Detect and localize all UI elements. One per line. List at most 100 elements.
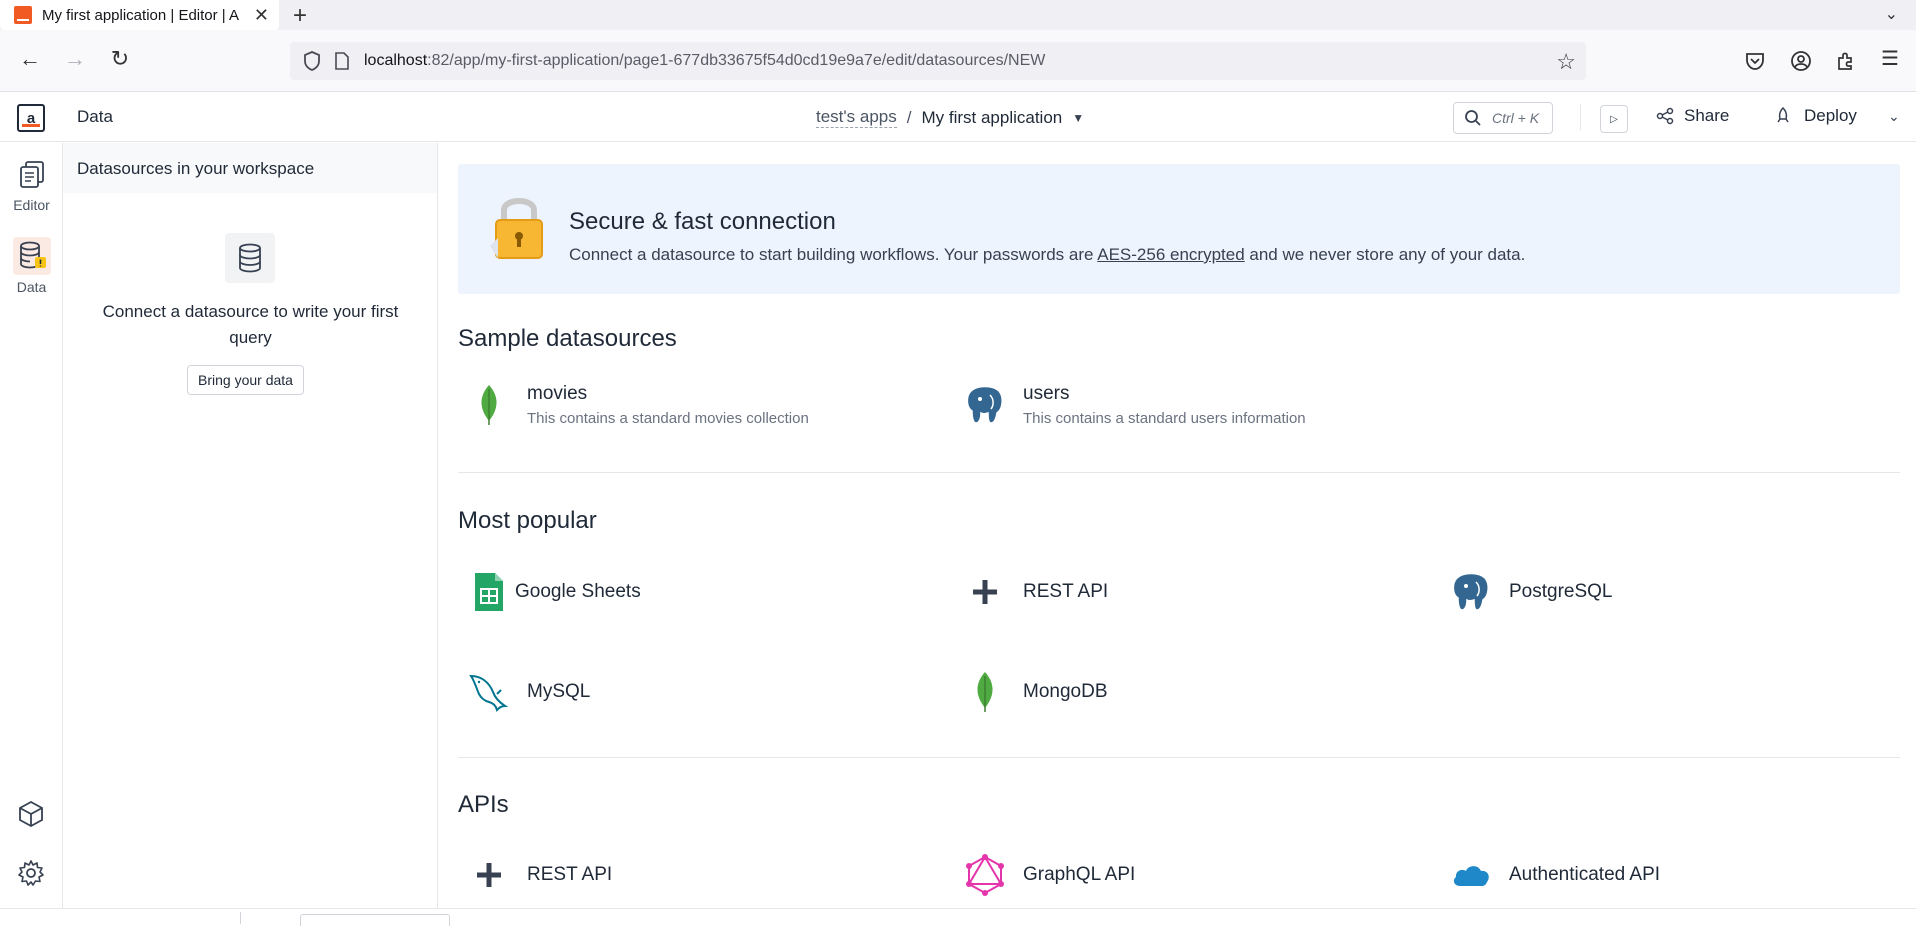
datasource-google-sheets[interactable]: Google Sheets — [467, 570, 641, 614]
datasource-name: MySQL — [527, 681, 591, 702]
sidebar-item-editor[interactable]: Editor — [0, 155, 63, 213]
datasource-mongodb[interactable]: MongoDB — [963, 670, 1108, 714]
app-header: a Data test's apps / My first applicatio… — [0, 92, 1916, 142]
plus-icon — [963, 570, 1007, 614]
tab-title: My first application | Editor | A — [42, 6, 240, 24]
account-icon[interactable] — [1790, 50, 1812, 72]
appsmith-logo-icon[interactable]: a — [17, 104, 45, 132]
list-tabs-chevron-icon[interactable]: ⌄ — [1885, 4, 1898, 24]
section-divider — [458, 757, 1900, 758]
api-authenticated[interactable]: Authenticated API — [1449, 853, 1660, 897]
sample-datasource-users[interactable]: users This contains a standard users inf… — [963, 383, 1306, 427]
tracking-shield-icon[interactable] — [302, 50, 322, 72]
breadcrumb: test's apps / My first application ▼ — [816, 107, 1084, 128]
sample-datasource-movies[interactable]: movies This contains a standard movies c… — [467, 383, 809, 427]
rocket-icon — [1777, 107, 1789, 123]
breadcrumb-app-name[interactable]: My first application — [921, 108, 1062, 128]
api-rest-api[interactable]: REST API — [467, 853, 612, 897]
bottom-divider — [240, 912, 241, 924]
packages-cube-icon[interactable] — [16, 799, 46, 829]
api-graphql[interactable]: GraphQL API — [963, 853, 1135, 897]
share-label: Share — [1684, 106, 1730, 125]
datasource-description: This contains a standard movies collecti… — [527, 410, 809, 427]
url-host: localhost — [364, 52, 428, 69]
datasource-name: Authenticated API — [1509, 864, 1661, 885]
datasource-name: movies — [527, 383, 588, 404]
banner-desc-text: Connect a datasource to start building w… — [569, 245, 1098, 264]
sidebar-item-data[interactable]: Data — [0, 237, 63, 295]
banner-description: Connect a datasource to start building w… — [569, 245, 1525, 265]
browser-tab[interactable]: My first application | Editor | A ✕ — [0, 0, 279, 30]
search-shortcut: Ctrl + K — [1492, 110, 1540, 126]
breadcrumb-separator: / — [906, 107, 912, 127]
bottom-bar — [0, 908, 1916, 926]
mongodb-leaf-icon — [467, 383, 511, 427]
editor-pages-icon — [13, 155, 51, 193]
deploy-label: Deploy — [1804, 106, 1857, 125]
mysql-dolphin-icon — [467, 670, 511, 714]
bookmark-star-icon[interactable]: ☆ — [1556, 49, 1576, 75]
back-arrow-icon[interactable]: ← — [15, 46, 45, 72]
most-popular-title: Most popular — [458, 507, 597, 534]
datasource-name: REST API — [527, 864, 613, 885]
empty-state-text: Connect a datasource to write your first… — [102, 302, 399, 347]
sidebar-item-data-label: Data — [16, 279, 47, 295]
mongodb-leaf-icon — [963, 670, 1007, 714]
address-bar[interactable]: localhost:82/app/my-first-application/pa… — [290, 42, 1586, 80]
search-button[interactable]: Ctrl + K — [1453, 102, 1553, 134]
datasource-mysql[interactable]: MySQL — [467, 670, 590, 714]
datasource-name: REST API — [1023, 581, 1109, 602]
share-button[interactable]: Share — [1656, 106, 1729, 126]
aes-encrypted-link[interactable]: AES-256 encrypted — [1097, 245, 1244, 264]
graphql-icon — [963, 853, 1007, 897]
page-info-icon[interactable] — [334, 52, 350, 70]
header-section-title: Data — [77, 107, 113, 126]
bottom-tab[interactable] — [300, 914, 450, 926]
share-icon — [1656, 107, 1674, 125]
banner-desc-text-end: and we never store any of your data. — [1244, 245, 1526, 264]
header-divider — [1580, 104, 1581, 130]
extensions-icon[interactable] — [1835, 50, 1857, 72]
apis-title: APIs — [458, 791, 509, 818]
deploy-button[interactable]: Deploy — [1774, 106, 1857, 126]
padlock-icon — [490, 198, 543, 259]
section-divider — [458, 472, 1900, 473]
workspace-datasources-panel: Datasources in your workspace Connect a … — [63, 143, 438, 908]
database-icon — [225, 233, 275, 283]
deploy-options-chevron-icon[interactable]: ⌄ — [1888, 108, 1900, 125]
google-sheets-icon — [467, 570, 511, 614]
left-sidebar: Editor Data — [0, 143, 63, 908]
datasource-name: Google Sheets — [515, 581, 641, 602]
url-path: :82/app/my-first-application/page1-677db… — [427, 52, 1046, 69]
postgresql-elephant-icon — [963, 383, 1007, 427]
datasource-name: GraphQL API — [1023, 864, 1136, 885]
secure-connection-banner: Secure & fast connection Connect a datas… — [458, 164, 1900, 294]
browser-navbar: ← → ↻ localhost:82/app/my-first-applicat… — [0, 30, 1916, 92]
chevron-down-icon[interactable]: ▼ — [1072, 111, 1084, 125]
datasource-catalog: Secure & fast connection Connect a datas… — [439, 143, 1916, 908]
datasource-description: This contains a standard users informati… — [1023, 410, 1306, 427]
datasource-postgresql[interactable]: PostgreSQL — [1449, 570, 1613, 614]
forward-arrow-icon[interactable]: → — [60, 46, 90, 72]
menu-hamburger-icon[interactable]: ☰ — [1875, 46, 1905, 71]
datasource-name: PostgreSQL — [1509, 581, 1613, 602]
new-tab-icon[interactable]: + — [293, 2, 307, 30]
bring-your-data-button[interactable]: Bring your data — [187, 365, 304, 395]
breadcrumb-workspace[interactable]: test's apps — [816, 107, 897, 128]
datasource-name: MongoDB — [1023, 681, 1108, 702]
preview-play-button[interactable]: ▷ — [1600, 105, 1628, 133]
datasource-name: users — [1023, 383, 1070, 404]
datasource-rest-api[interactable]: REST API — [963, 570, 1108, 614]
close-tab-icon[interactable]: ✕ — [254, 5, 269, 26]
reload-icon[interactable]: ↻ — [105, 46, 135, 72]
sidebar-item-editor-label: Editor — [13, 197, 50, 213]
cloud-icon — [1449, 853, 1493, 897]
database-warning-icon — [12, 237, 51, 275]
pocket-icon[interactable] — [1744, 50, 1766, 72]
sample-datasources-title: Sample datasources — [458, 325, 677, 352]
banner-title: Secure & fast connection — [569, 208, 836, 235]
appsmith-favicon-icon — [14, 6, 32, 24]
search-icon — [1465, 110, 1481, 126]
plus-icon — [467, 853, 511, 897]
settings-gear-icon[interactable] — [16, 858, 46, 888]
